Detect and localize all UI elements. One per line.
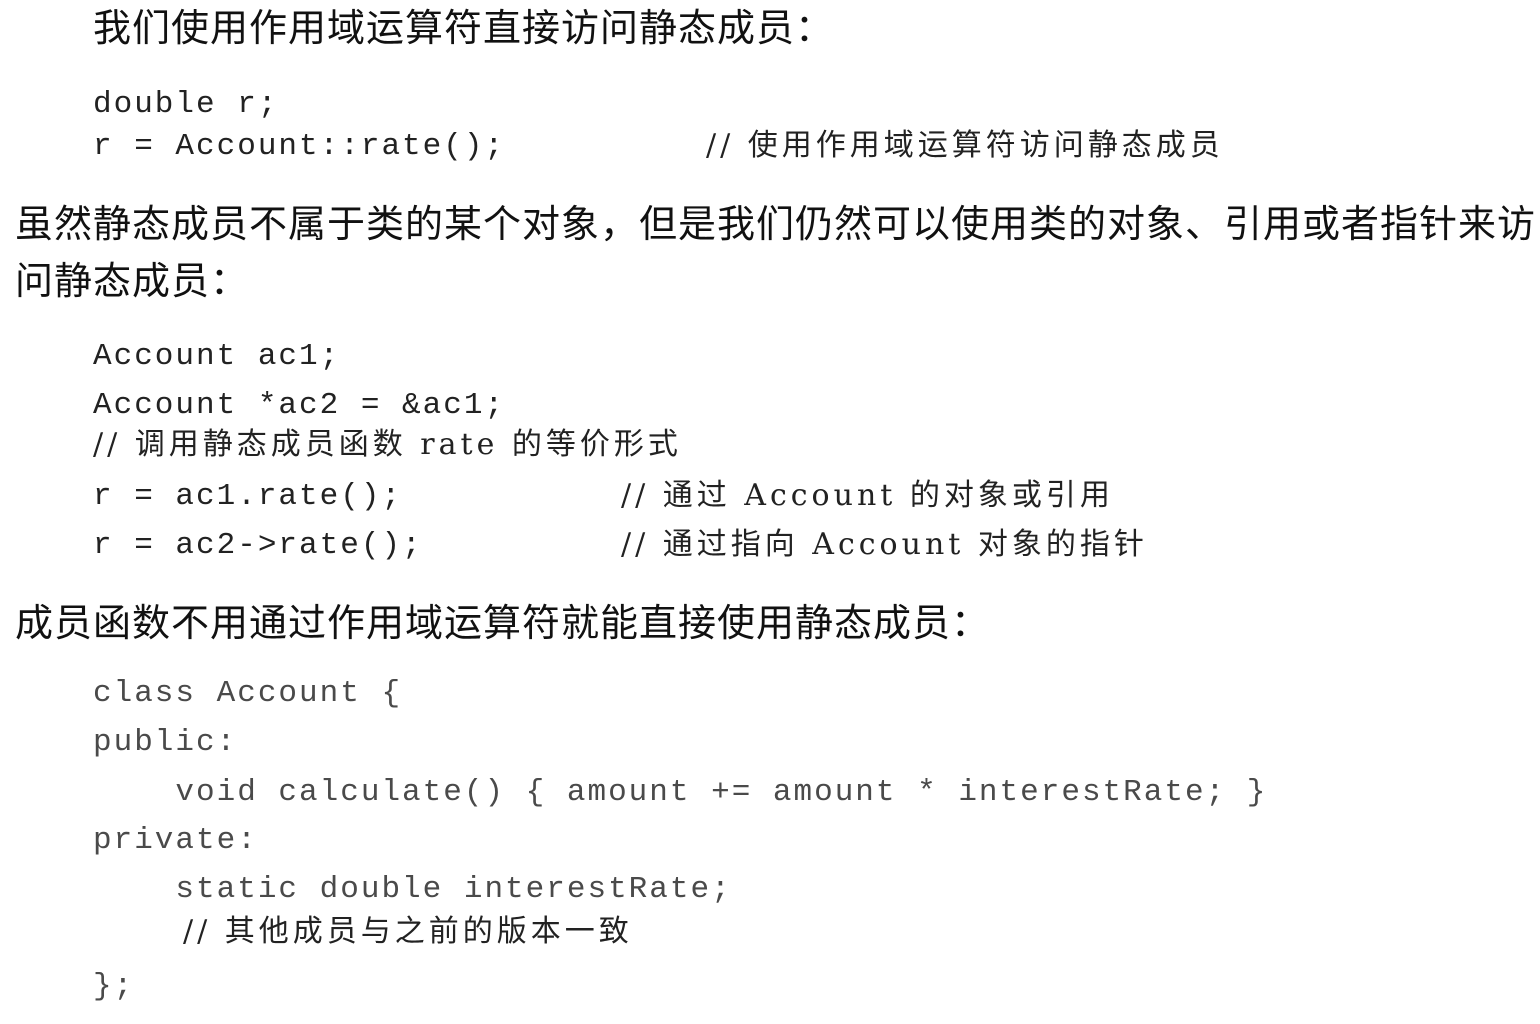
code-comment: // 调用静态成员函数 rate 的等价形式 <box>93 427 682 462</box>
code-line: }; <box>93 969 135 1004</box>
intro-paragraph-3: 成员函数不用通过作用域运算符就能直接使用静态成员： <box>15 601 991 645</box>
code-line: r = ac2->rate(); <box>93 528 423 563</box>
code-line: static double interestRate; <box>93 872 732 907</box>
code-line: private: <box>93 823 258 858</box>
code-line: Account *ac2 = &ac1; <box>93 388 506 423</box>
code-line: double r; <box>93 87 279 122</box>
code-comment: // 通过 Account 的对象或引用 <box>621 478 1114 513</box>
code-comment: // 通过指向 Account 对象的指针 <box>621 527 1148 562</box>
code-line: r = ac1.rate(); <box>93 479 403 514</box>
code-line: r = Account::rate(); <box>93 129 506 164</box>
code-line: void calculate() { amount += amount * in… <box>93 775 1268 810</box>
paragraph-line: 问静态成员： <box>15 259 250 303</box>
intro-paragraph-1: 我们使用作用域运算符直接访问静态成员： <box>93 6 835 50</box>
code-line: public: <box>93 725 238 760</box>
code-line: class Account { <box>93 676 403 711</box>
code-comment: // 其他成员与之前的版本一致 <box>183 914 633 949</box>
code-line: Account ac1; <box>93 339 341 374</box>
code-comment: // 使用作用域运算符访问静态成员 <box>706 128 1224 163</box>
paragraph-line: 虽然静态成员不属于类的某个对象，但是我们仍然可以使用类的对象、引用或者指针来访 <box>15 202 1537 246</box>
